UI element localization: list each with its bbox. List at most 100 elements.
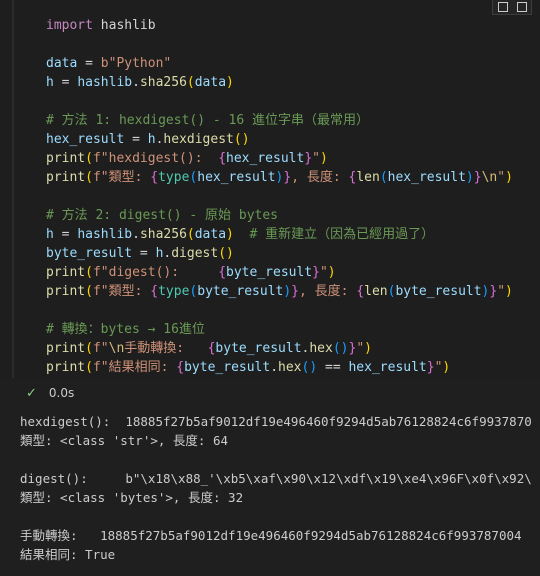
code-token: )	[442, 360, 451, 375]
code-token: f"結果相同:	[92, 360, 177, 375]
output-line: 類型: <class 'bytes'>, 長度: 32	[20, 490, 244, 505]
code-token: 手動轉換:	[124, 341, 208, 356]
code-token: (	[85, 151, 93, 166]
code-line[interactable]	[46, 187, 513, 206]
expand-icon[interactable]	[516, 2, 527, 12]
code-token: .	[132, 227, 140, 242]
code-token: hexdigest	[163, 132, 234, 147]
code-token: b"Python"	[100, 56, 172, 71]
code-token: =	[124, 132, 148, 147]
code-token: h	[147, 132, 156, 147]
code-token: )	[319, 151, 328, 166]
code-token: }	[473, 170, 482, 185]
code-token: (	[85, 284, 93, 299]
code-line[interactable]: data = b"Python"	[46, 54, 513, 73]
code-token: type	[158, 284, 190, 299]
code-token: , 長度:	[299, 284, 357, 299]
code-line[interactable]: h = hashlib.sha256(data)	[46, 73, 513, 92]
code-token: print	[46, 284, 86, 299]
code-token: =	[132, 246, 156, 261]
code-line[interactable]: print(f"類型: {type(byte_result)}, 長度: {le…	[46, 282, 513, 301]
code-line[interactable]: import hashlib	[46, 16, 513, 35]
code-token: \n	[481, 170, 498, 185]
code-token: =	[53, 75, 78, 90]
code-token: ()	[301, 360, 318, 375]
code-token: data	[46, 56, 78, 71]
code-line[interactable]	[46, 35, 513, 54]
code-token: =	[53, 227, 78, 242]
code-token: )	[226, 227, 234, 242]
code-token: f"digest():	[92, 265, 219, 280]
code-token: hashlib	[77, 227, 133, 242]
code-token: "	[319, 265, 328, 280]
code-token: hex_result	[46, 132, 125, 147]
code-token: print	[46, 151, 86, 166]
code-token: =	[77, 56, 101, 71]
code-token: "	[497, 170, 506, 185]
code-line[interactable]: print(f"\n手動轉換: {byte_result.hex()}")	[46, 339, 513, 358]
code-token: print	[46, 360, 86, 375]
code-token: byte_result	[197, 284, 284, 299]
check-icon: ✓	[26, 385, 37, 401]
code-token: # 重新建立（因為已經用過了）	[233, 227, 435, 242]
code-token: (	[186, 75, 195, 90]
code-token: hex_result	[226, 151, 305, 166]
output-line: 結果相同: True	[20, 547, 116, 562]
code-token: {	[356, 284, 365, 299]
code-token: sha256	[139, 75, 187, 90]
code-token: ==	[317, 360, 349, 375]
code-editor[interactable]: import hashlib data = b"Python" h = hashl…	[46, 16, 513, 377]
code-token: # 方法 2: digest() - 原始 bytes	[46, 208, 279, 223]
code-token: .	[270, 360, 279, 375]
code-token: {	[150, 284, 159, 299]
code-token: hashlib	[92, 18, 156, 33]
execution-time: 0.0s	[48, 386, 75, 400]
code-token: ()	[233, 132, 250, 147]
code-line[interactable]: print(f"結果相同: {byte_result.hex() == hex_…	[46, 358, 513, 377]
code-token: \n	[108, 341, 125, 356]
output-line: 類型: <class 'str'>, 長度: 64	[20, 433, 229, 448]
code-token: )	[505, 170, 513, 185]
code-token: hex	[309, 341, 333, 356]
code-token: "	[312, 151, 320, 166]
code-token: hex_result	[348, 360, 427, 375]
code-token: f"類型:	[92, 170, 151, 185]
code-cell[interactable]: import hashlib data = b"Python" h = hashl…	[0, 0, 540, 378]
code-line[interactable]: print(f"digest(): {byte_result}")	[46, 263, 513, 282]
code-token: # 方法 1: hexdigest() - 16 進位字串（最常用）	[46, 113, 370, 128]
output-line: 手動轉換: 18885f27b5af9012df19e496460f9294d5…	[20, 528, 522, 543]
cell-toolbar[interactable]	[492, 0, 532, 15]
code-token: f"類型:	[92, 284, 151, 299]
code-line[interactable]: print(f"類型: {type(hex_result)}, 長度: {len…	[46, 168, 513, 187]
code-token: {	[176, 360, 185, 375]
code-token: hex_result	[197, 170, 276, 185]
code-line[interactable]	[46, 301, 513, 320]
code-token: (	[379, 170, 388, 185]
copy-icon[interactable]	[497, 2, 508, 12]
code-token: f"hexdigest():	[92, 151, 219, 166]
code-line[interactable]: print(f"hexdigest(): {hex_result}")	[46, 149, 513, 168]
code-line[interactable]: hex_result = h.hexdigest()	[46, 130, 513, 149]
code-token: sha256	[139, 227, 187, 242]
code-token: )	[283, 284, 292, 299]
code-token: print	[46, 265, 86, 280]
code-line[interactable]: h = hashlib.sha256(data) # 重新建立（因為已經用過了）	[46, 225, 513, 244]
code-line[interactable]: byte_result = h.digest()	[46, 244, 513, 263]
code-token: )	[364, 341, 372, 356]
code-token: )	[226, 75, 234, 90]
code-line[interactable]: # 轉換：bytes → 16進位	[46, 320, 513, 339]
code-token: {	[150, 170, 159, 185]
code-line[interactable]: # 方法 2: digest() - 原始 bytes	[46, 206, 513, 225]
code-token: byte_result	[395, 284, 482, 299]
code-token: byte_result	[184, 360, 271, 375]
code-token: print	[46, 170, 86, 185]
code-token: # 轉換：bytes → 16進位	[46, 322, 205, 337]
code-token: "	[356, 341, 365, 356]
code-line[interactable]	[46, 92, 513, 111]
code-line[interactable]: # 方法 1: hexdigest() - 16 進位字串（最常用）	[46, 111, 513, 130]
code-token: byte_result	[215, 341, 302, 356]
code-token: {	[218, 151, 227, 166]
code-token: "	[497, 284, 506, 299]
